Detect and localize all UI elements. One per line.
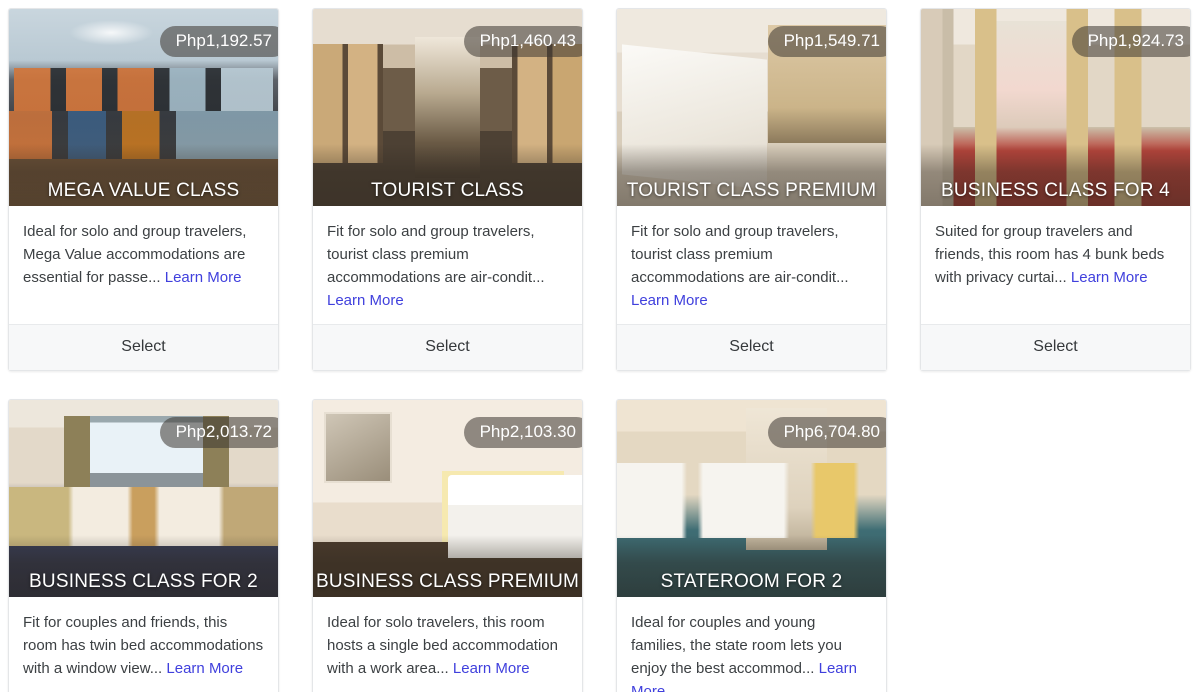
card-media: STATEROOM FOR 2 Php6,704.80 (617, 400, 886, 597)
accommodation-card[interactable]: STATEROOM FOR 2 Php6,704.80 Ideal for co… (616, 399, 887, 692)
room-title: TOURIST CLASS (371, 180, 524, 201)
room-title: STATEROOM FOR 2 (660, 571, 843, 592)
room-title: TOURIST CLASS PREMIUM (626, 180, 877, 201)
price-badge: Php2,103.30 (463, 417, 582, 448)
room-title: BUSINESS CLASS FOR 4 (941, 180, 1170, 201)
description-text: Ideal for couples and young families, th… (631, 614, 842, 677)
card-description: Ideal for solo and group travelers, Mega… (9, 206, 278, 324)
accommodation-card[interactable]: TOURIST CLASS Php1,460.43 Fit for solo a… (312, 8, 583, 371)
select-button[interactable]: Select (313, 324, 582, 370)
room-title: BUSINESS CLASS PREMIUM (315, 571, 580, 592)
accommodation-card[interactable]: BUSINESS CLASS FOR 4 Php1,924.73 Suited … (920, 8, 1191, 371)
learn-more-link[interactable]: Learn More (165, 269, 242, 286)
accommodation-card[interactable]: MEGA VALUE CLASS Php1,192.57 Ideal for s… (8, 8, 279, 371)
select-button[interactable]: Select (617, 324, 886, 370)
accommodation-card[interactable]: BUSINESS CLASS PREMIUM Php2,103.30 Ideal… (312, 399, 583, 692)
card-description: Ideal for solo travelers, this room host… (313, 597, 582, 692)
card-media: TOURIST CLASS Php1,460.43 (313, 9, 582, 206)
room-title: MEGA VALUE CLASS (47, 180, 240, 201)
select-button[interactable]: Select (9, 324, 278, 370)
card-description: Fit for solo and group travelers, touris… (313, 206, 582, 324)
card-description: Fit for solo and group travelers, touris… (617, 206, 886, 324)
learn-more-link[interactable]: Learn More (453, 660, 530, 677)
learn-more-link[interactable]: Learn More (327, 292, 404, 309)
card-description: Ideal for couples and young families, th… (617, 597, 886, 692)
accommodation-card[interactable]: TOURIST CLASS PREMIUM Php1,549.71 Fit fo… (616, 8, 887, 371)
card-media: MEGA VALUE CLASS Php1,192.57 (9, 9, 278, 206)
select-button[interactable]: Select (921, 324, 1190, 370)
card-description: Suited for group travelers and friends, … (921, 206, 1190, 324)
room-title: BUSINESS CLASS FOR 2 (29, 571, 258, 592)
price-badge: Php1,924.73 (1071, 26, 1190, 57)
price-badge: Php1,460.43 (463, 26, 582, 57)
price-badge: Php1,549.71 (767, 26, 886, 57)
price-badge: Php6,704.80 (767, 417, 886, 448)
card-description: Fit for couples and friends, this room h… (9, 597, 278, 692)
price-badge: Php1,192.57 (159, 26, 278, 57)
card-media: BUSINESS CLASS PREMIUM Php2,103.30 (313, 400, 582, 597)
card-media: BUSINESS CLASS FOR 2 Php2,013.72 (9, 400, 278, 597)
learn-more-link[interactable]: Learn More (631, 292, 708, 309)
accommodation-card[interactable]: BUSINESS CLASS FOR 2 Php2,013.72 Fit for… (8, 399, 279, 692)
card-media: BUSINESS CLASS FOR 4 Php1,924.73 (921, 9, 1190, 206)
learn-more-link[interactable]: Learn More (166, 660, 243, 677)
description-text: Fit for solo and group travelers, touris… (631, 223, 849, 286)
learn-more-link[interactable]: Learn More (1071, 269, 1148, 286)
description-text: Fit for solo and group travelers, touris… (327, 223, 545, 286)
price-badge: Php2,013.72 (159, 417, 278, 448)
accommodation-card-grid: MEGA VALUE CLASS Php1,192.57 Ideal for s… (0, 0, 1200, 692)
card-media: TOURIST CLASS PREMIUM Php1,549.71 (617, 9, 886, 206)
